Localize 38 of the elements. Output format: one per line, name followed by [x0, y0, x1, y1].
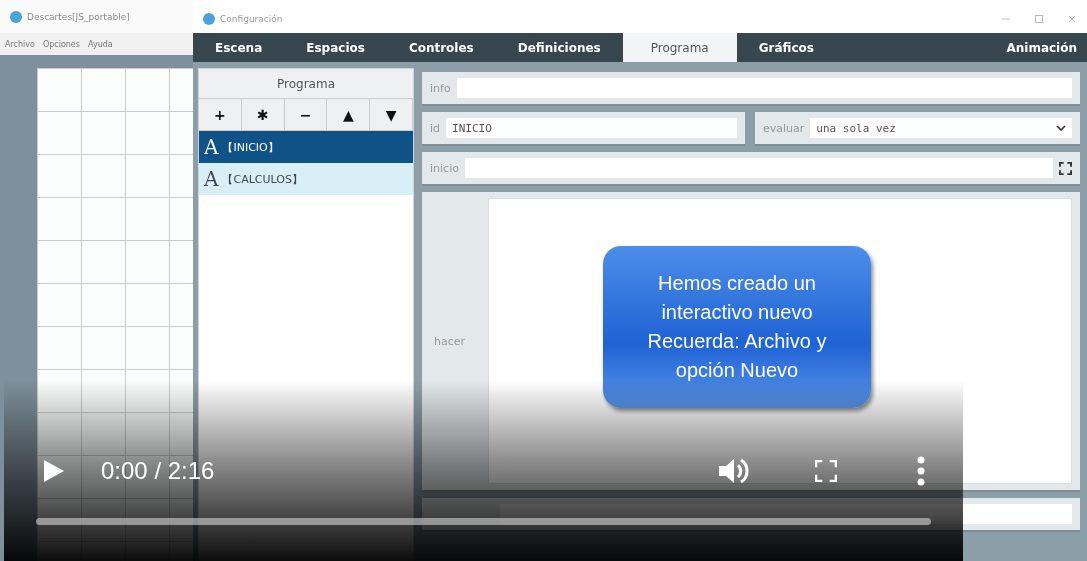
field-label: hacer	[434, 334, 467, 348]
field-label: evaluar	[763, 121, 805, 135]
tab[interactable]: Controles	[386, 33, 496, 62]
tab[interactable]: Programa	[622, 33, 737, 62]
inicio-field[interactable]	[464, 158, 1053, 178]
chevron-down-icon	[1056, 125, 1066, 131]
callout-bubble: Hemos creado un interactivo nuevo Recuerda: Archivo y opción Nuevo	[603, 246, 871, 408]
menu-item[interactable]: Archivo	[5, 39, 35, 49]
tab[interactable]: Escena	[193, 33, 285, 62]
field-label: id	[430, 121, 441, 135]
field-label: inicio	[430, 161, 459, 175]
more-icon[interactable]	[917, 456, 925, 486]
tab[interactable]: Gráficos	[736, 33, 836, 62]
input-field[interactable]	[500, 504, 1072, 524]
info-field[interactable]	[456, 78, 1072, 98]
tool-button[interactable]: ▼	[370, 99, 413, 131]
app-icon	[10, 10, 22, 23]
window-title: Configuración	[220, 14, 283, 24]
volume-icon[interactable]	[719, 457, 751, 485]
evaluar-dropdown[interactable]: una sola vez	[810, 118, 1072, 138]
tab[interactable]: Definiciones	[495, 33, 623, 62]
id-field[interactable]: INICIO	[446, 118, 737, 138]
tool-button[interactable]: −	[284, 99, 328, 131]
play-icon[interactable]	[44, 460, 64, 482]
tab[interactable]: Animación	[984, 33, 1087, 62]
video-time: 0:00 / 2:16	[101, 457, 215, 485]
tool-button[interactable]: ▲	[327, 99, 371, 131]
menu-item[interactable]: Opciones	[42, 39, 80, 49]
tool-button[interactable]: ✱	[241, 99, 285, 131]
app-icon	[203, 13, 215, 25]
expand-icon[interactable]	[1059, 161, 1072, 175]
panel-header: Programa	[199, 69, 413, 99]
fullscreen-icon[interactable]	[815, 460, 837, 482]
tab[interactable]: Espacios	[284, 33, 387, 62]
field-label: info	[430, 81, 451, 95]
menu-item[interactable]: Ayuda	[87, 39, 113, 49]
window-title: Descartes[JS_portable]	[27, 11, 130, 22]
tool-button[interactable]: +	[199, 99, 242, 131]
